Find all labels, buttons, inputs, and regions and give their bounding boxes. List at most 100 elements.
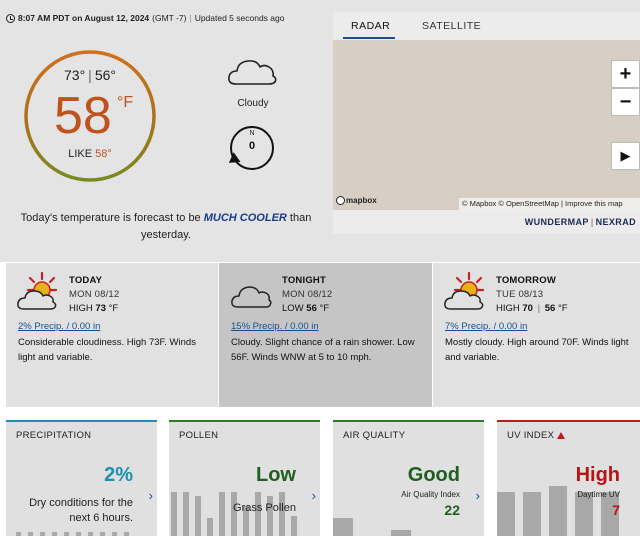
precip-bar [52, 532, 57, 536]
daypart-date: TUE 08/13 [496, 289, 544, 300]
uv-value: High [575, 464, 620, 486]
pollen-card[interactable]: POLLEN Low Grass Pollen › [169, 420, 320, 536]
daypart-name: TODAY [69, 275, 103, 286]
uv-bar [549, 486, 567, 536]
compass-north-label: N [249, 130, 255, 137]
precip-bar [28, 532, 33, 536]
card-title-row: UV INDEX [507, 430, 566, 441]
radar-map[interactable]: + − ▶ mapbox © Mapbox © OpenStreetMap | … [333, 40, 640, 210]
comparison-emphasis: MUCH COOLER [203, 212, 287, 224]
current-temperature: 58 °F [54, 86, 134, 146]
uv-index-card[interactable]: UV INDEX High Daytime UV 7 [497, 420, 640, 536]
card-title: POLLEN [179, 430, 219, 441]
zoom-out-button[interactable]: − [611, 88, 640, 116]
pollen-type: Grass Pollen [233, 502, 296, 514]
temp-value: 56 [306, 303, 317, 314]
precip-link[interactable]: 7% Precip. / 0.00 in [445, 321, 527, 332]
precip-bar [124, 532, 129, 536]
tab-radar[interactable]: RADAR [351, 20, 390, 32]
precipitation-card[interactable]: PRECIPITATION 2% Dry conditions for the … [6, 420, 157, 536]
pollen-bar [279, 492, 285, 536]
daypart-today[interactable]: TODAY MON 08/12 HIGH 73 °F 2% Precip. / … [6, 263, 218, 407]
pollen-bar [255, 492, 261, 536]
precip-link[interactable]: 15% Precip. / 0.00 in [231, 321, 319, 332]
precip-link[interactable]: 2% Precip. / 0.00 in [18, 321, 100, 332]
warning-icon [557, 432, 566, 439]
aq-bar [333, 518, 353, 536]
play-animation-button[interactable]: ▶ [611, 142, 640, 170]
temp-unit: °F [108, 303, 119, 314]
current-conditions-section: 8:07 AM PDT on August 12, 2024 (GMT -7) … [0, 0, 640, 262]
timezone: (GMT -7) [152, 13, 187, 23]
daypart-tonight[interactable]: TONIGHT MON 08/12 LOW 56 °F 15% Precip. … [219, 263, 432, 407]
precip-bar [112, 532, 117, 536]
temp-unit: °F [557, 303, 568, 314]
precip-bar [100, 532, 105, 536]
feels-like-label: LIKE [68, 148, 93, 160]
updated-text: Updated 5 seconds ago [194, 13, 285, 23]
chevron-right-icon[interactable]: › [476, 488, 480, 503]
comparison-text-pre: Today's temperature is forecast to be [20, 212, 201, 224]
card-title: UV INDEX [507, 430, 555, 441]
map-links: WUNDERMAP | NEXRAD [525, 217, 636, 227]
aqi-number: 22 [444, 502, 460, 518]
chevron-right-icon[interactable]: › [312, 488, 316, 503]
uv-bar [523, 492, 541, 536]
daypart-narrative: Cloudy. Slight chance of a rain shower. … [231, 337, 415, 363]
timestamp-separator: | [189, 13, 192, 23]
daypart-date: MON 08/12 [69, 289, 120, 300]
precip-bar [64, 532, 69, 536]
pollen-bar [231, 492, 237, 536]
observation-time: 8:07 AM PDT on August 12, 2024 [18, 13, 150, 23]
active-tab-indicator [343, 37, 395, 39]
air-quality-value: Good [407, 464, 460, 486]
precip-bar [40, 532, 45, 536]
uv-label: Daytime UV [577, 490, 620, 499]
precip-bar [16, 532, 21, 536]
air-quality-card[interactable]: AIR QUALITY Good Air Quality Index 22 › [333, 420, 484, 536]
mapbox-logo-icon [336, 196, 345, 205]
temp-unit: °F [319, 303, 330, 314]
chevron-right-icon[interactable]: › [149, 488, 153, 503]
map-panel: RADAR SATELLITE + − ▶ mapbox © Mapbox © … [333, 12, 640, 234]
cloud-icon [229, 271, 273, 313]
timestamp-line: 8:07 AM PDT on August 12, 2024 (GMT -7) … [6, 13, 284, 23]
pollen-bar [219, 492, 225, 536]
daypart-narrative: Considerable cloudiness. High 73F. Winds… [18, 337, 196, 363]
mapbox-logo[interactable]: mapbox [336, 196, 377, 205]
aq-bar [391, 530, 411, 536]
pollen-bar [195, 496, 201, 536]
temp-label: HIGH [69, 303, 93, 314]
card-title: AIR QUALITY [343, 430, 406, 441]
daypart-narrative: Mostly cloudy. High around 70F. Winds li… [445, 337, 629, 363]
map-attribution[interactable]: © Mapbox © OpenStreetMap | Improve this … [459, 198, 640, 210]
daypart-tomorrow[interactable]: TOMORROW TUE 08/13 HIGH 70 | 56 °F 7% Pr… [433, 263, 640, 407]
mapbox-logo-text: mapbox [346, 196, 377, 205]
temperature-gauge: 73° | 56° 58 °F LIKE 58° [24, 46, 156, 186]
high-temp: 73° [64, 67, 86, 83]
daypart-date: MON 08/12 [282, 289, 333, 300]
temperature-value: 58 [54, 87, 112, 145]
wind-speed: 0 [248, 140, 256, 152]
pollen-bar [291, 516, 297, 536]
map-tabs: RADAR SATELLITE [333, 12, 640, 40]
temp-separator: | [537, 303, 541, 314]
wundermap-link[interactable]: WUNDERMAP [525, 217, 589, 227]
temperature-unit: °F [117, 94, 134, 111]
daypart-temp: HIGH 73 °F [69, 303, 118, 314]
map-links-separator: | [590, 217, 594, 227]
low-temp-value: 56 [544, 303, 556, 314]
temp-value: 73 [95, 303, 106, 314]
pollen-bar [183, 492, 189, 536]
cloud-icon [226, 56, 278, 88]
zoom-in-button[interactable]: + [611, 60, 640, 88]
nexrad-link[interactable]: NEXRAD [596, 217, 636, 227]
temp-value: 70 [522, 303, 533, 314]
pollen-value: Low [256, 464, 296, 486]
pollen-bar [207, 518, 213, 536]
wind-compass: N 0 [225, 124, 276, 172]
daypart-temp: LOW 56 °F [282, 303, 329, 314]
precip-bar [88, 532, 93, 536]
tab-satellite[interactable]: SATELLITE [422, 20, 481, 32]
feels-like: LIKE 58° [24, 148, 156, 160]
